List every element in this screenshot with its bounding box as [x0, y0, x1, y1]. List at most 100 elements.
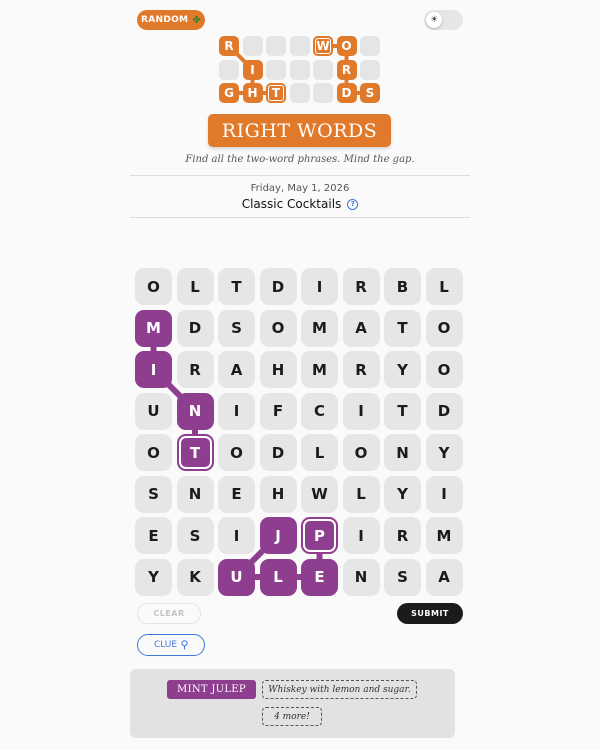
logo-letter: G	[219, 83, 239, 103]
puzzle-theme: Classic Cocktails ?	[0, 197, 600, 211]
letter-tile[interactable]: N	[176, 392, 214, 430]
logo-letter: I	[242, 59, 263, 80]
letter-tile[interactable]: A	[342, 309, 380, 347]
letter-tile[interactable]: Y	[135, 558, 172, 596]
letter-tile[interactable]: C	[301, 392, 338, 430]
letter-tile[interactable]: O	[218, 434, 255, 471]
letter-tile[interactable]: L	[342, 475, 380, 513]
logo-letter: D	[336, 83, 357, 103]
letter-tile[interactable]: T	[384, 309, 421, 347]
letter-tile[interactable]: M	[425, 517, 463, 554]
letter-tile[interactable]: U	[135, 392, 172, 430]
letter-tile[interactable]: H	[259, 351, 297, 388]
game-title: RIGHT WORDS	[208, 114, 391, 147]
letter-tile[interactable]: F	[259, 392, 297, 430]
letter-tile[interactable]: D	[425, 392, 463, 430]
letter-tile[interactable]: R	[176, 351, 214, 388]
letter-tile[interactable]: L	[301, 434, 338, 471]
letter-tile[interactable]: L	[176, 268, 214, 305]
letter-tile[interactable]: R	[342, 268, 380, 305]
letter-tile[interactable]: I	[425, 475, 463, 513]
clue-button[interactable]: CLUE	[137, 634, 205, 656]
letter-tile[interactable]: I	[218, 392, 255, 430]
letter-tile[interactable]: M	[135, 309, 172, 347]
letter-tile[interactable]: B	[384, 268, 421, 305]
letter-tile[interactable]: R	[384, 517, 421, 554]
puzzle-date: Friday, May 1, 2026	[250, 183, 350, 194]
theme-toggle[interactable]: ☀	[424, 10, 463, 30]
letter-tile[interactable]: I	[342, 517, 380, 554]
letter-tile[interactable]: T	[176, 434, 214, 471]
logo-blank-tile	[360, 59, 380, 80]
letter-tile[interactable]: Y	[384, 351, 421, 388]
logo-letter: H	[242, 83, 263, 103]
letter-tile[interactable]: O	[259, 309, 297, 347]
letter-board: OLTDIRBLMDSOMATOIRAHMRYOUNIFCITDOTODLONY…	[135, 268, 465, 596]
letter-tile[interactable]: O	[342, 434, 380, 471]
letter-tile[interactable]: H	[259, 475, 297, 513]
letter-tile[interactable]: T	[218, 268, 255, 305]
letter-tile[interactable]: N	[384, 434, 421, 471]
letter-tile[interactable]: O	[425, 309, 463, 347]
letter-tile[interactable]: I	[135, 351, 172, 388]
lightbulb-icon	[181, 640, 188, 650]
letter-tile[interactable]: W	[301, 475, 338, 513]
random-button[interactable]: RANDOM ✤	[137, 10, 205, 30]
letter-tile[interactable]: N	[342, 558, 380, 596]
logo-blank-tile	[313, 59, 333, 80]
letter-tile[interactable]: T	[384, 392, 421, 430]
logo-letter: W	[313, 36, 333, 56]
letter-tile[interactable]: L	[425, 268, 463, 305]
letter-tile[interactable]: U	[218, 558, 255, 596]
letter-tile[interactable]: E	[301, 558, 338, 596]
logo-letter: T	[266, 83, 286, 103]
letter-tile[interactable]: I	[218, 517, 255, 554]
letter-tile[interactable]: L	[259, 558, 297, 596]
logo-blank-tile	[289, 36, 310, 56]
divider	[130, 175, 470, 176]
logo-blank-tile	[219, 59, 239, 80]
letter-tile[interactable]: J	[259, 517, 297, 554]
random-label: RANDOM	[141, 15, 189, 25]
logo-letter: R	[219, 36, 239, 56]
logo-blank-tile	[266, 59, 286, 80]
letter-tile[interactable]: S	[176, 517, 214, 554]
letter-tile[interactable]: Y	[425, 434, 463, 471]
theme-label: Classic Cocktails	[241, 197, 342, 211]
letter-tile[interactable]: D	[176, 309, 214, 347]
letter-tile[interactable]: E	[135, 517, 172, 554]
letter-tile[interactable]: S	[384, 558, 421, 596]
letter-tile[interactable]: A	[218, 351, 255, 388]
letter-tile[interactable]: O	[135, 434, 172, 471]
logo-blank-tile	[313, 83, 333, 103]
submit-button[interactable]: SUBMIT	[397, 603, 463, 624]
letter-tile[interactable]: M	[301, 351, 338, 388]
help-icon[interactable]: ?	[347, 198, 359, 210]
letter-tile[interactable]: I	[301, 268, 338, 305]
letter-tile[interactable]: Y	[384, 475, 421, 513]
letter-tile[interactable]: O	[135, 268, 172, 305]
letter-tile[interactable]: S	[218, 309, 255, 347]
letter-tile[interactable]: D	[259, 434, 297, 471]
letter-tile[interactable]: R	[342, 351, 380, 388]
logo-blank-tile	[360, 36, 380, 56]
letter-tile[interactable]: D	[259, 268, 297, 305]
letter-tile[interactable]: P	[301, 517, 338, 554]
tagline: Find all the two-word phrases. Mind the …	[185, 154, 415, 165]
letter-tile[interactable]: O	[425, 351, 463, 388]
divider	[130, 217, 470, 218]
logo-letter: S	[360, 83, 380, 103]
letter-tile[interactable]: N	[176, 475, 214, 513]
letter-tile[interactable]: E	[218, 475, 255, 513]
logo: RWOIRGHTDS	[219, 36, 382, 104]
letter-tile[interactable]: K	[176, 558, 214, 596]
clear-button[interactable]: CLEAR	[137, 603, 201, 624]
sun-icon: ☀	[426, 12, 442, 28]
letter-tile[interactable]: S	[135, 475, 172, 513]
found-words-panel: MINT JULEP Whiskey with lemon and sugar.…	[130, 669, 455, 738]
letter-tile[interactable]: A	[425, 558, 463, 596]
logo-blank-tile	[289, 59, 310, 80]
letter-tile[interactable]: I	[342, 392, 380, 430]
letter-tile[interactable]: M	[301, 309, 338, 347]
logo-letter: R	[336, 59, 357, 80]
